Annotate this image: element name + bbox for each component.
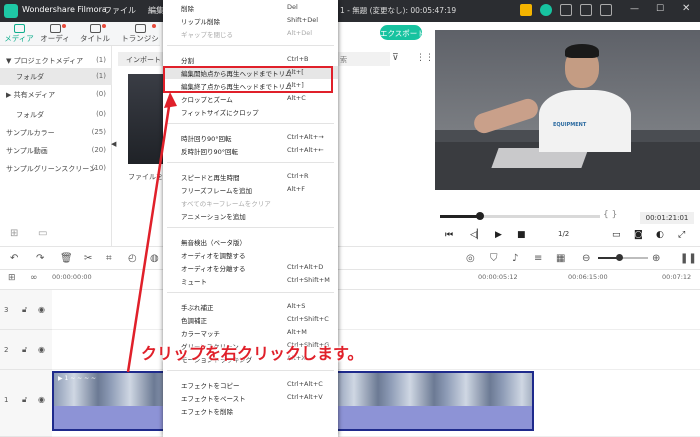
annotation-text: クリップを右クリックします。 bbox=[141, 344, 364, 363]
annotation-arrow bbox=[126, 92, 177, 373]
arrow-line bbox=[126, 99, 172, 373]
arrow-head bbox=[164, 92, 177, 108]
